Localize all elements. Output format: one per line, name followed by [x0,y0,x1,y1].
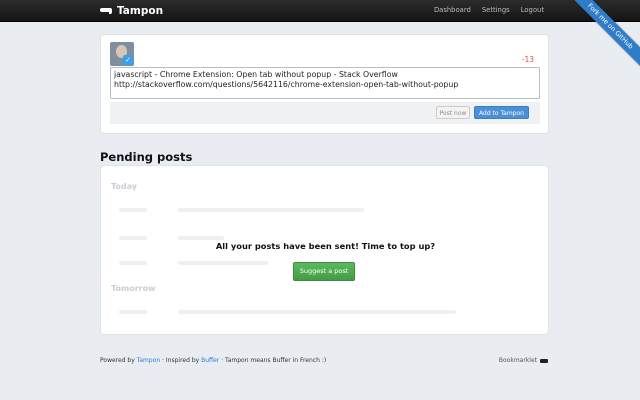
footer-tampon-link[interactable]: Tampon [137,357,160,364]
fork-me-on-github-link[interactable]: Fork me on GitHub [566,0,640,74]
nav-settings[interactable]: Settings [482,6,510,14]
footer-inspired-by: · Inspired by [160,357,202,364]
nav-dashboard[interactable]: Dashboard [434,6,471,14]
post-textarea[interactable]: javascript - Chrome Extension: Open tab … [110,67,540,99]
footer-powered-by: Powered by [100,357,135,364]
placeholder-line [119,310,147,314]
character-counter: -13 [521,55,534,64]
tampon-logo-icon [100,7,113,15]
tampon-logo-icon [540,358,548,363]
add-to-tampon-button[interactable]: Add to Tampon [474,106,529,119]
brand-name: Tampon [117,5,164,17]
post-now-button[interactable]: Post now [436,106,470,119]
placeholder-line [119,208,147,212]
twitter-icon: ✓ [123,55,133,65]
pending-posts-card: Today Tomorrow All your posts have been … [100,165,549,335]
avatar: ✓ [110,42,134,66]
placeholder-line [178,208,364,212]
placeholder-line [178,236,224,240]
footer: Powered by Tampon · Inspired by Buffer ·… [100,357,326,364]
github-ribbon: Fork me on GitHub [566,0,640,74]
bookmarklet-link[interactable]: Bookmarklet [499,357,548,364]
placeholder-line [178,310,456,314]
nav-links: Dashboard Settings Logout [434,6,544,14]
suggest-post-button[interactable]: Suggest a post [293,262,355,281]
empty-queue-message: All your posts have been sent! Time to t… [215,241,436,251]
footer-tagline: · Tampon means Buffer in French :) [219,357,327,364]
composer-actions: Post now Add to Tampon [110,102,540,124]
day-heading-tomorrow: Tomorrow [111,284,156,293]
pending-posts-title: Pending posts [100,150,193,164]
composer-card: ✓ -13 javascript - Chrome Extension: Ope… [100,34,549,134]
footer-buffer-link[interactable]: Buffer [201,357,219,364]
top-navbar: Tampon Dashboard Settings Logout [0,0,640,22]
brand[interactable]: Tampon [100,3,163,19]
placeholder-line [119,236,147,240]
nav-logout[interactable]: Logout [521,6,544,14]
day-heading-today: Today [111,182,137,191]
bookmarklet-label: Bookmarklet [498,357,537,364]
placeholder-line [119,261,147,265]
placeholder-line [178,261,268,265]
